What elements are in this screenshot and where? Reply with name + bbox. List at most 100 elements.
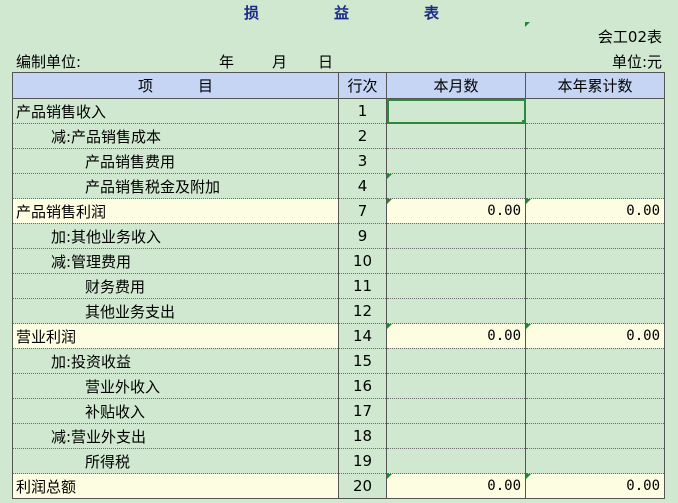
year-label: 年 xyxy=(219,53,235,71)
title-char-3: 表 xyxy=(424,4,440,22)
row-month-cell[interactable] xyxy=(386,448,526,474)
row-line-cell[interactable]: 18 xyxy=(338,423,387,449)
unit-label: 编制单位: xyxy=(16,53,82,71)
table-row: 产品销售收入 1 xyxy=(12,98,665,124)
row-ytd-cell[interactable]: 0.00 xyxy=(525,473,665,499)
col-header-line[interactable]: 行次 xyxy=(338,72,387,99)
row-line-cell[interactable]: 1 xyxy=(338,98,387,124)
row-item-cell[interactable]: 利润总额 xyxy=(12,473,339,499)
row-ytd-cell[interactable]: 0.00 xyxy=(525,323,665,349)
row-ytd-cell[interactable] xyxy=(525,148,665,174)
row-line-cell[interactable]: 7 xyxy=(338,198,387,224)
comment-indicator xyxy=(387,474,392,479)
row-item-cell[interactable]: 产品销售利润 xyxy=(12,198,339,224)
row-month-cell[interactable]: 0.00 xyxy=(386,323,526,349)
row-ytd-cell[interactable] xyxy=(525,298,665,324)
row-line-cell[interactable]: 12 xyxy=(338,298,387,324)
row-ytd-cell[interactable] xyxy=(525,373,665,399)
col-header-item[interactable]: 项 目 xyxy=(12,72,339,99)
table-row: 加:其他业务收入 9 xyxy=(12,223,665,249)
row-ytd-cell[interactable] xyxy=(525,398,665,424)
row-item-cell[interactable]: 营业利润 xyxy=(12,323,339,349)
row-month-cell[interactable]: 0.00 xyxy=(386,198,526,224)
title-char-2: 益 xyxy=(334,4,350,22)
row-line-cell[interactable]: 20 xyxy=(338,473,387,499)
row-line-cell[interactable]: 2 xyxy=(338,123,387,149)
row-line-cell[interactable]: 17 xyxy=(338,398,387,424)
row-ytd-cell[interactable] xyxy=(525,123,665,149)
table-row: 减:产品销售成本 2 xyxy=(12,123,665,149)
comment-indicator xyxy=(526,199,531,204)
table-row: 其他业务支出 12 xyxy=(12,298,665,324)
row-ytd-cell[interactable] xyxy=(525,348,665,374)
table-row: 加:投资收益 15 xyxy=(12,348,665,374)
row-ytd-cell[interactable] xyxy=(525,273,665,299)
row-item-cell[interactable]: 其他业务支出 xyxy=(12,298,339,324)
header-row: 项 目 行次 本月数 本年累计数 xyxy=(12,72,665,99)
table-row: 财务费用 11 xyxy=(12,273,665,299)
row-line-cell[interactable]: 19 xyxy=(338,448,387,474)
row-ytd-cell[interactable] xyxy=(525,98,665,124)
row-item-cell[interactable]: 所得税 xyxy=(12,448,339,474)
row-item-cell[interactable]: 营业外收入 xyxy=(12,373,339,399)
row-month-cell[interactable]: 0.00 xyxy=(386,473,526,499)
comment-indicator xyxy=(387,199,392,204)
day-label: 日 xyxy=(318,53,334,71)
table-row: 产品销售费用 3 xyxy=(12,148,665,174)
row-ytd-cell[interactable] xyxy=(525,223,665,249)
row-item-cell[interactable]: 财务费用 xyxy=(12,273,339,299)
row-ytd-cell[interactable] xyxy=(525,423,665,449)
row-ytd-cell[interactable] xyxy=(525,448,665,474)
row-line-cell[interactable]: 3 xyxy=(338,148,387,174)
form-code: 会工02表 xyxy=(597,28,662,46)
row-month-cell[interactable] xyxy=(386,248,526,274)
row-item-cell[interactable]: 减:管理费用 xyxy=(12,248,339,274)
row-month-cell[interactable] xyxy=(386,373,526,399)
table-row: 减:营业外支出 18 xyxy=(12,423,665,449)
row-line-cell[interactable]: 4 xyxy=(338,173,387,199)
row-line-cell[interactable]: 9 xyxy=(338,223,387,249)
row-month-cell[interactable] xyxy=(386,298,526,324)
row-item-cell[interactable]: 加:投资收益 xyxy=(12,348,339,374)
row-item-cell[interactable]: 产品销售收入 xyxy=(12,98,339,124)
row-line-cell[interactable]: 11 xyxy=(338,273,387,299)
row-month-cell[interactable] xyxy=(386,223,526,249)
row-month-cell[interactable] xyxy=(386,348,526,374)
table-row: 营业利润 14 0.00 0.00 xyxy=(12,323,665,349)
comment-indicator xyxy=(387,174,392,179)
row-month-cell[interactable] xyxy=(386,148,526,174)
row-ytd-cell[interactable] xyxy=(525,248,665,274)
row-item-cell[interactable]: 加:其他业务收入 xyxy=(12,223,339,249)
row-line-cell[interactable]: 15 xyxy=(338,348,387,374)
row-month-cell[interactable] xyxy=(386,98,526,124)
table-row: 营业外收入 16 xyxy=(12,373,665,399)
table-row: 产品销售税金及附加 4 xyxy=(12,173,665,199)
row-item-cell[interactable]: 补贴收入 xyxy=(12,398,339,424)
col-header-month[interactable]: 本月数 xyxy=(386,72,526,99)
comment-indicator xyxy=(387,324,392,329)
row-month-cell[interactable] xyxy=(386,398,526,424)
row-line-cell[interactable]: 14 xyxy=(338,323,387,349)
row-month-cell[interactable] xyxy=(386,423,526,449)
row-ytd-cell[interactable] xyxy=(525,173,665,199)
row-item-cell[interactable]: 减:营业外支出 xyxy=(12,423,339,449)
row-item-cell[interactable]: 减:产品销售成本 xyxy=(12,123,339,149)
row-item-cell[interactable]: 产品销售费用 xyxy=(12,148,339,174)
title-char-1: 损 xyxy=(244,4,260,22)
comment-indicator xyxy=(526,324,531,329)
row-month-cell[interactable] xyxy=(386,123,526,149)
row-month-cell[interactable] xyxy=(386,173,526,199)
month-label: 月 xyxy=(272,53,288,71)
comment-indicator xyxy=(525,22,530,27)
table-row: 所得税 19 xyxy=(12,448,665,474)
row-line-cell[interactable]: 10 xyxy=(338,248,387,274)
table-row: 补贴收入 17 xyxy=(12,398,665,424)
income-statement-table: 项 目 行次 本月数 本年累计数 产品销售收入 1 减:产品销售成本 2 产品销售费用 3… xyxy=(12,72,665,499)
currency-label: 单位:元 xyxy=(611,53,662,71)
col-header-ytd[interactable]: 本年累计数 xyxy=(525,72,665,99)
table-row: 减:管理费用 10 xyxy=(12,248,665,274)
row-line-cell[interactable]: 16 xyxy=(338,373,387,399)
row-month-cell[interactable] xyxy=(386,273,526,299)
row-item-cell[interactable]: 产品销售税金及附加 xyxy=(12,173,339,199)
row-ytd-cell[interactable]: 0.00 xyxy=(525,198,665,224)
